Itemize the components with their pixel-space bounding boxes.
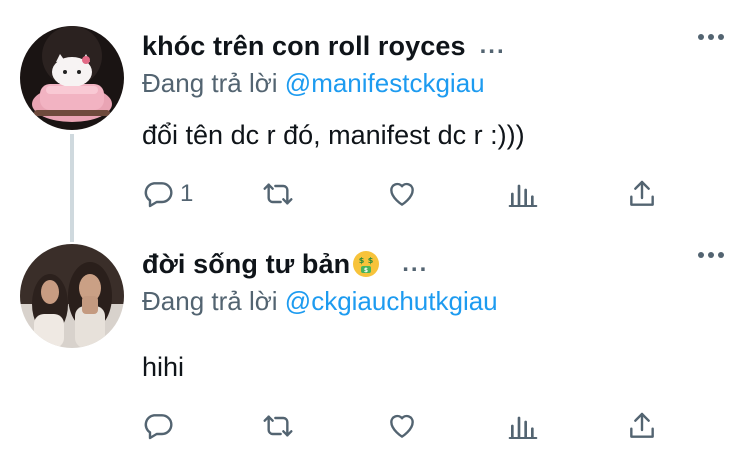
more-options-icon[interactable] — [698, 34, 724, 40]
replying-to: Đang trả lời @manifestckgiau — [142, 68, 485, 99]
share-icon — [630, 180, 654, 206]
tweet-actions: 1 — [142, 176, 682, 212]
reply-count: 1 — [180, 180, 194, 207]
retweet-button[interactable] — [260, 408, 296, 444]
svg-text:$: $ — [368, 256, 374, 265]
share-button[interactable] — [626, 176, 658, 212]
svg-text:$: $ — [364, 267, 368, 274]
like-icon — [390, 414, 414, 438]
tweet-header: đời sống tư bản $ $ $ ... — [142, 244, 428, 284]
name-ellipsis: ... — [479, 32, 506, 59]
svg-text:$: $ — [359, 256, 365, 265]
analytics-icon — [508, 184, 538, 207]
replying-to-label: Đang trả lời — [142, 68, 278, 98]
author-name[interactable]: khóc trên con roll royces — [142, 31, 466, 62]
author-name[interactable]: đời sống tư bản — [142, 249, 350, 280]
replying-to: Đang trả lời @ckgiauchutkgiau — [142, 286, 498, 317]
like-button[interactable] — [386, 176, 418, 212]
reply-handle-link[interactable]: @ckgiauchutkgiau — [285, 286, 498, 316]
reply-handle-link[interactable]: @manifestckgiau — [285, 68, 485, 98]
reply-button[interactable] — [142, 408, 174, 444]
like-button[interactable] — [386, 408, 418, 444]
avatar[interactable] — [20, 244, 124, 348]
replying-to-label: Đang trả lời — [142, 286, 278, 316]
share-button[interactable] — [626, 408, 658, 444]
money-mouth-face-icon: $ $ $ — [353, 251, 380, 277]
name-ellipsis: ... — [402, 250, 429, 277]
tweet-1[interactable]: khóc trên con roll royces ... Đang trả l… — [0, 26, 750, 226]
share-icon — [630, 412, 654, 438]
retweet-icon — [263, 183, 293, 205]
analytics-icon — [508, 416, 538, 439]
tweet-2[interactable]: đời sống tư bản $ $ $ ... Đang trả lời @… — [0, 244, 750, 450]
tweet-actions — [142, 408, 682, 444]
reply-icon — [144, 414, 173, 440]
retweet-icon — [263, 415, 293, 437]
tweet-text: đổi tên dc r đó, manifest dc r :))) — [142, 120, 525, 150]
analytics-button[interactable] — [508, 408, 538, 444]
retweet-button[interactable] — [260, 176, 296, 212]
reply-icon — [144, 182, 173, 208]
like-icon — [390, 182, 414, 206]
tweet-text: hihi — [142, 352, 185, 382]
more-options-icon[interactable] — [698, 252, 724, 258]
tweet-header: khóc trên con roll royces ... — [142, 26, 506, 66]
reply-button[interactable]: 1 — [142, 176, 193, 212]
avatar[interactable] — [20, 26, 124, 130]
analytics-button[interactable] — [508, 176, 538, 212]
